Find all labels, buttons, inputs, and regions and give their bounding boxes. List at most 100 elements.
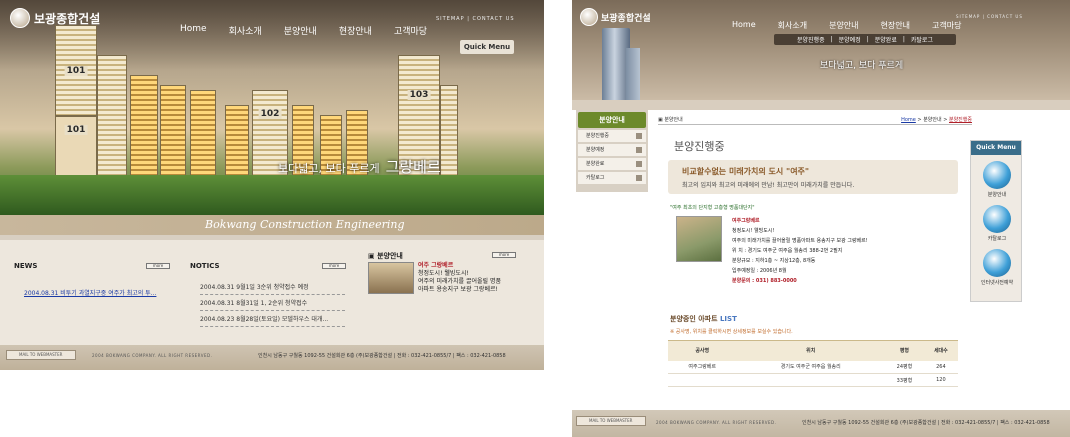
project-location: 위 치 : 경기도 여주군 여주읍 월송리 388-2번 2필지: [732, 248, 843, 254]
util-links[interactable]: SITEMAP | CONTACT US: [956, 14, 1023, 19]
nav-sites[interactable]: 현장안내: [881, 20, 910, 31]
building: [97, 55, 127, 185]
logo-text: 보광종합건설: [34, 11, 101, 26]
nav-customer[interactable]: 고객마당: [394, 24, 427, 37]
table-cell-units: 264: [923, 360, 958, 374]
hero-slogan: 보다넓고, 보다 푸르게 그랑베르: [278, 156, 441, 177]
nav-sales[interactable]: 분양안내: [829, 20, 858, 31]
side-item-done[interactable]: 분양완료: [578, 158, 646, 170]
quick-label-sales[interactable]: 분양안내: [971, 191, 1023, 198]
table-cell-name: [668, 373, 737, 387]
project-image[interactable]: [676, 216, 722, 262]
nav-sites[interactable]: 현장안내: [339, 24, 372, 37]
table-header: 세대수: [923, 340, 958, 361]
table-row: 여주그랑베르 경기도 여주군 여주읍 월송리 24평형 264: [668, 360, 958, 374]
notice-item[interactable]: 2004.08.31 9월1일 3순위 청약접수 예정: [200, 282, 345, 295]
breadcrumb-mid[interactable]: 분양안내: [923, 117, 941, 123]
english-band: Bokwang Construction Engineering: [0, 215, 544, 235]
bunyang-more-button[interactable]: more: [492, 252, 516, 258]
company-logo[interactable]: 보광종합건설: [580, 8, 651, 26]
breadcrumb-path: Home > 분양안내 > 분양진행중: [901, 117, 972, 123]
mail-webmaster-button[interactable]: MAIL TO WEBMASTER: [6, 350, 76, 360]
side-item-catalog[interactable]: 카탈로그: [578, 172, 646, 184]
mail-webmaster-button[interactable]: MAIL TO WEBMASTER: [576, 416, 646, 426]
table-header-row: 공사명 위치 평형 세대수: [668, 340, 958, 361]
list-title-text: 분양중인 아파트: [670, 315, 718, 323]
notices-title: NOTICS: [190, 262, 220, 270]
sales-info-icon[interactable]: [983, 161, 1011, 189]
highlight-box: 비교할수없는 미래가치의 도시 "여주" 최고의 입지와 최고의 미래에의 만남…: [668, 160, 958, 194]
reserve-icon[interactable]: [983, 249, 1011, 277]
list-note: ※ 공사명, 위치를 클릭하시면 상세정보를 보실수 있습니다.: [670, 329, 793, 335]
list-title: 분양중인 아파트 LIST: [670, 314, 737, 324]
nav-customer[interactable]: 고객마당: [932, 20, 961, 31]
notices-more-button[interactable]: more: [322, 263, 346, 269]
bunyang-name: 여주 그랑베르: [418, 262, 454, 269]
bunyang-title-text: 분양안내: [377, 252, 403, 260]
main-nav: Home 회사소개 분양안내 현장안내 고객마당: [180, 24, 427, 37]
quick-label-reserve[interactable]: 인터넷사전예약: [971, 279, 1023, 286]
main-nav: Home 회사소개 분양안내 현장안내 고객마당: [732, 20, 961, 31]
subnav-done[interactable]: 분양완료: [875, 35, 897, 44]
building: [130, 75, 158, 185]
quick-label-catalog[interactable]: 카탈로그: [971, 235, 1023, 242]
apartment-table: 공사명 위치 평형 세대수 여주그랑베르 경기도 여주군 여주읍 월송리 24평…: [668, 340, 958, 387]
nav-company[interactable]: 회사소개: [778, 20, 807, 31]
side-item-planned[interactable]: 분양예정: [578, 144, 646, 156]
building-number: 101: [64, 125, 88, 135]
bunyang-line: 여주의 미래가치를 끌어올릴 명품: [418, 278, 502, 285]
project-scale: 분양규모 : 지하1층 ~ 지상12층, 8개동: [732, 258, 816, 264]
subnav-planned[interactable]: 분양예정: [839, 35, 861, 44]
company-logo[interactable]: 보광종합건설: [10, 8, 100, 28]
slogan-big: 그랑베르: [385, 158, 441, 176]
building-number: 103: [407, 90, 431, 100]
util-links[interactable]: SITEMAP | CONTACT US: [436, 16, 515, 22]
section-label: ▣ 분양안내: [658, 117, 683, 123]
notice-item[interactable]: 2004.08.31 8월31일 1, 2순위 청약접수: [200, 298, 345, 311]
page-title: 분양진행중: [674, 140, 725, 153]
nav-sales[interactable]: 분양안내: [284, 24, 317, 37]
building: [190, 90, 216, 185]
highlight-sub: 최고의 입지와 최고의 미래에의 만남! 최고만이 미래가치를 만듭니다.: [682, 182, 855, 189]
project-move-in: 입주예정일 : 2006년 8월: [732, 268, 787, 274]
subnav-ongoing[interactable]: 분양진행중: [797, 35, 825, 44]
table-header: 평형: [885, 340, 924, 361]
bunyang-summary: 여주 그랑베르 청정도시! 웰빙도시! 여주의 미래가치를 끌어올릴 명품 아파…: [418, 262, 523, 294]
side-item-ongoing[interactable]: 분양진행중: [578, 130, 646, 142]
logo-text: 보광종합건설: [601, 13, 651, 24]
divider-band: [572, 100, 1070, 110]
content-columns: NEWS more 2004.08.31 비투기 과열지구중 여주가 최고의 투…: [0, 240, 544, 345]
building-number: 101: [64, 66, 88, 76]
table-cell-location: [736, 373, 886, 387]
building: [440, 85, 458, 185]
sub-slogan: 보다넓고, 보다 푸르게: [820, 61, 904, 71]
table-cell-name[interactable]: 여주그랑베르: [668, 360, 737, 374]
news-item[interactable]: 2004.08.31 비투기 과열지구중 여주가 최고의 투...: [24, 288, 156, 297]
footer: MAIL TO WEBMASTER 2004 BOKWANG COMPANY. …: [572, 410, 1070, 437]
project-name: 여주그랑베르: [732, 218, 760, 224]
nav-home[interactable]: Home: [180, 24, 207, 37]
quick-menu-button[interactable]: Quick Menu: [460, 40, 514, 54]
english-name: Bokwang Construction Engineering: [205, 218, 405, 231]
breadcrumb-home[interactable]: Home: [901, 117, 916, 123]
notice-item[interactable]: 2004.08.23 8월28일(토요일) 모델하우스 대개...: [200, 314, 345, 327]
breadcrumb-current[interactable]: 분양진행중: [949, 117, 972, 123]
bunyang-line: 청정도시! 웰빙도시!: [418, 270, 469, 277]
section-label-text: 분양안내: [664, 117, 683, 123]
quick-menu-panel: Quick Menu 분양안내 카탈로그 인터넷사전예약: [970, 140, 1022, 302]
catalog-icon[interactable]: [983, 205, 1011, 233]
copyright: 2004 BOKWANG COMPANY. ALL RIGHT RESERVED…: [92, 353, 213, 358]
news-more-button[interactable]: more: [146, 263, 170, 269]
table-cell-location[interactable]: 경기도 여주군 여주읍 월송리: [736, 360, 886, 374]
apartment-thumbnail[interactable]: [368, 262, 414, 294]
bunyang-title: ▣ 분양안내: [368, 252, 403, 260]
address: 인천시 남동구 구월동 1092-55 건설회관 6층 (주)보광종합건설 | …: [258, 353, 506, 359]
slogan-small: 보다넓고, 보다 푸르게: [278, 162, 380, 175]
tower-image: [626, 48, 640, 100]
table-header: 공사명: [668, 340, 737, 361]
table-header: 위치: [736, 340, 886, 361]
subnav-catalog[interactable]: 카탈로그: [911, 35, 933, 44]
news-title: NEWS: [14, 262, 38, 270]
nav-company[interactable]: 회사소개: [229, 24, 262, 37]
nav-home[interactable]: Home: [732, 20, 756, 31]
